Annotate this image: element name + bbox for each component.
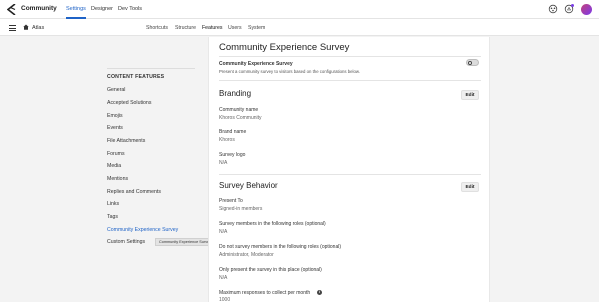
feature-title: Community Experience Survey xyxy=(219,61,293,67)
info-icon[interactable]: i xyxy=(317,290,322,295)
nav-designer[interactable]: Designer xyxy=(91,6,113,12)
brand-name[interactable]: Community xyxy=(21,5,57,12)
excluded-roles-label: Do not survey members in the following r… xyxy=(219,244,341,250)
breadcrumb-home[interactable]: Atlas xyxy=(32,25,44,31)
branding-divider xyxy=(219,174,481,175)
home-icon[interactable] xyxy=(23,24,29,30)
community-name-value: Khoros Community xyxy=(219,115,262,121)
branding-edit-button[interactable]: Edit xyxy=(461,90,479,100)
survey-behavior-edit-button[interactable]: Edit xyxy=(461,182,479,192)
page-title: Community Experience Survey xyxy=(219,42,350,53)
present-to-label: Present To xyxy=(219,198,243,204)
sidebar-item-community-experience-survey[interactable]: Community Experience Survey xyxy=(107,227,178,233)
sidebar-item-mentions[interactable]: Mentions xyxy=(107,176,128,182)
survey-roles-value: N/A xyxy=(219,229,228,235)
sidebar-item-links[interactable]: Links xyxy=(107,201,119,207)
brand-name-value: Khoros xyxy=(219,137,235,143)
feature-description: Present a community survey to visitors b… xyxy=(219,69,360,74)
nav-settings[interactable]: Settings xyxy=(66,6,86,12)
subnav-shortcuts[interactable]: Shortcuts xyxy=(146,25,168,31)
excluded-roles-value: Administrator, Moderator xyxy=(219,252,274,258)
sidebar-divider xyxy=(107,68,195,69)
present-to-value: Signed-in members xyxy=(219,206,263,212)
sidebar-item-events[interactable]: Events xyxy=(107,125,123,131)
menu-icon[interactable] xyxy=(9,25,16,31)
toggle-knob xyxy=(468,61,472,65)
branding-heading: Branding xyxy=(219,89,252,98)
feature-divider xyxy=(219,80,481,81)
max-responses-label: Maximum responses to collect per month xyxy=(219,290,311,296)
survey-place-value: N/A xyxy=(219,275,228,281)
survey-logo-value: N/A xyxy=(219,160,228,166)
settings-panel xyxy=(208,37,490,302)
subnav-features[interactable]: Features xyxy=(202,25,222,31)
subnav-users[interactable]: Users xyxy=(228,25,242,31)
user-avatar[interactable] xyxy=(581,4,592,15)
sidebar-item-forums[interactable]: Forums xyxy=(107,151,125,157)
survey-roles-label: Survey members in the following roles (o… xyxy=(219,221,326,227)
community-switcher-icon[interactable] xyxy=(548,4,558,14)
survey-logo-label: Survey logo xyxy=(219,152,246,158)
sidebar-heading: CONTENT FEATURES xyxy=(107,74,165,80)
sidebar-tooltip: Community Experience Survey xyxy=(155,238,216,246)
survey-behavior-heading: Survey Behavior xyxy=(219,181,278,190)
sidebar-item-tags[interactable]: Tags xyxy=(107,214,118,220)
sidebar-item-replies-and-comments[interactable]: Replies and Comments xyxy=(107,189,161,195)
sub-navigation: Atlas Shortcuts Structure Features Users… xyxy=(0,19,599,36)
sidebar-item-emojis[interactable]: Emojis xyxy=(107,113,123,119)
community-name-label: Community name xyxy=(219,107,259,113)
sidebar-item-accepted-solutions[interactable]: Accepted Solutions xyxy=(107,100,151,106)
title-divider xyxy=(219,56,481,57)
sidebar-item-custom-settings[interactable]: Custom Settings xyxy=(107,239,145,245)
community-logo-icon[interactable] xyxy=(7,4,16,15)
feature-enable-toggle[interactable] xyxy=(466,59,479,66)
top-navigation: Community Settings Designer Dev Tools xyxy=(0,0,599,19)
max-responses-value: 1000 xyxy=(219,297,231,302)
sidebar-item-media[interactable]: Media xyxy=(107,163,121,169)
brand-name-label: Brand name xyxy=(219,129,247,135)
subnav-structure[interactable]: Structure xyxy=(175,25,196,31)
sidebar-item-file-attachments[interactable]: File Attachments xyxy=(107,138,145,144)
notification-badge xyxy=(571,4,574,7)
nav-dev-tools[interactable]: Dev Tools xyxy=(118,6,142,12)
sidebar-item-general[interactable]: General xyxy=(107,87,125,93)
survey-place-label: Only present the survey in this place (o… xyxy=(219,267,322,273)
subnav-system[interactable]: System xyxy=(248,25,265,31)
